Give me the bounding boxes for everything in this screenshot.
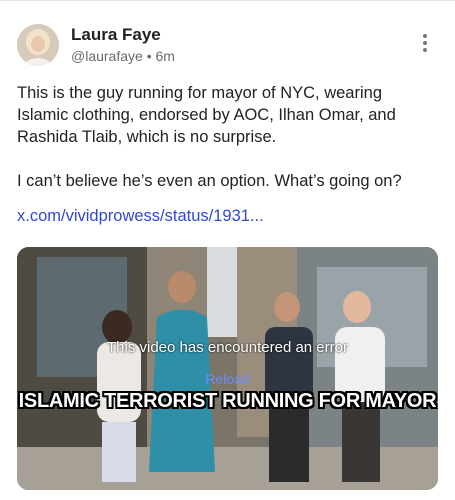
- video-caption: ISLAMIC TERRORIST RUNNING FOR MAYOR: [18, 390, 437, 412]
- more-options-icon[interactable]: [419, 34, 431, 56]
- video-error-message: This video has encountered an error: [107, 339, 348, 356]
- video-player[interactable]: This video has encountered an error Relo…: [17, 247, 438, 490]
- video-frame: [17, 247, 438, 490]
- reload-button[interactable]: Reload: [17, 371, 438, 387]
- post-link[interactable]: x.com/vividprowess/status/1931...: [17, 207, 264, 226]
- avatar[interactable]: [17, 24, 59, 66]
- post-timestamp[interactable]: 6m: [156, 48, 175, 64]
- author-name[interactable]: Laura Faye: [71, 25, 161, 45]
- post-text: This is the guy running for mayor of NYC…: [17, 82, 437, 192]
- author-handle[interactable]: @laurafaye: [71, 48, 143, 64]
- post-card: Laura Faye @laurafaye • 6m This is the g…: [0, 0, 455, 500]
- post-paragraph: I can’t believe he’s even an option. Wha…: [17, 172, 402, 190]
- meta-separator: •: [146, 48, 152, 64]
- post-meta: @laurafaye • 6m: [71, 48, 175, 64]
- post-paragraph: This is the guy running for mayor of NYC…: [17, 84, 396, 146]
